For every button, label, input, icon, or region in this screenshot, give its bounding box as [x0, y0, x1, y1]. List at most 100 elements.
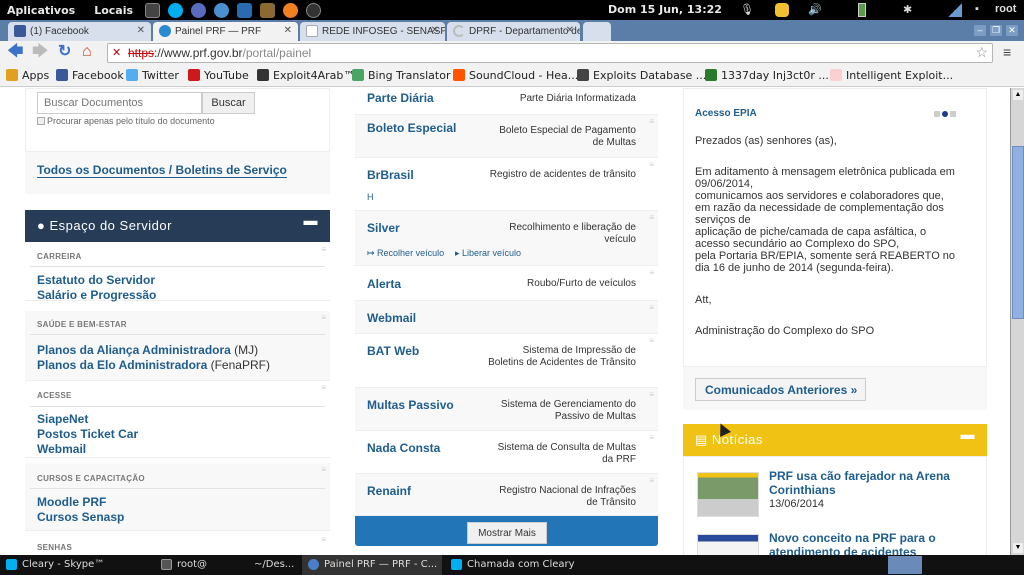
all-documents-link[interactable]: Todos os Documentos / Boletins de Serviç…: [37, 163, 287, 178]
close-tab-icon[interactable]: ✕: [137, 25, 145, 36]
workspace-switcher[interactable]: [888, 556, 922, 574]
system-name[interactable]: Renainf: [367, 484, 411, 498]
tab-dprf[interactable]: DPRF - Departamento de ✕: [447, 22, 580, 41]
task-chrome[interactable]: Painel PRF — PRF - C...: [302, 555, 442, 575]
carousel-dot[interactable]: [950, 111, 956, 117]
drag-handle-icon[interactable]: ≡: [321, 313, 326, 322]
task-files[interactable]: ~/Des...: [232, 555, 300, 575]
bookmark-star-icon[interactable]: ☆: [975, 44, 988, 61]
drag-handle-icon[interactable]: ≡: [649, 268, 654, 277]
drag-handle-icon[interactable]: ≡: [321, 383, 326, 392]
page-scrollbar[interactable]: ▲ ▼: [1010, 88, 1024, 555]
liberar-veiculo-link[interactable]: ▸ Liberar veículo: [455, 248, 521, 259]
system-row[interactable]: Nada Consta Sistema de Consulta de Multa…: [355, 431, 658, 474]
drag-handle-icon[interactable]: ≡: [321, 535, 326, 544]
collapse-panel-icon[interactable]: ▬: [304, 212, 319, 228]
pidgin-icon[interactable]: [775, 3, 789, 17]
volume-icon[interactable]: 🔊: [808, 3, 822, 17]
previous-notices-button[interactable]: Comunicados Anteriores »: [695, 378, 866, 401]
places-menu[interactable]: Locais: [94, 4, 133, 17]
bookmark-exploits-database[interactable]: Exploits Database ...: [577, 69, 706, 82]
scroll-down-arrow-icon[interactable]: ▼: [1013, 543, 1023, 553]
task-skype[interactable]: Cleary - Skype™: [0, 555, 150, 575]
tab-facebook[interactable]: (1) Facebook ✕: [8, 22, 151, 41]
drag-handle-icon[interactable]: ≡: [649, 213, 654, 222]
reload-button[interactable]: ↻: [58, 44, 71, 60]
scroll-up-arrow-icon[interactable]: ▲: [1013, 90, 1023, 100]
back-button[interactable]: 🡄: [7, 44, 24, 60]
system-row[interactable]: Alerta Roubo/Furto de veículos ≡: [355, 266, 658, 301]
network-signal-icon[interactable]: [948, 3, 962, 17]
system-name[interactable]: Nada Consta: [367, 441, 440, 455]
news-item-title[interactable]: Novo conceito na PRF para o atendimento …: [769, 531, 979, 555]
task-skype-call[interactable]: Chamada com Cleary: [445, 555, 595, 575]
system-name[interactable]: Alerta: [367, 277, 401, 291]
tab-painel-prf[interactable]: Painel PRF — PRF ✕: [153, 22, 298, 41]
system-name[interactable]: BAT Web: [367, 344, 419, 358]
link-cursos-senasp[interactable]: Cursos Senasp: [37, 510, 124, 524]
system-row[interactable]: BAT Web Sistema de Impressão de Boletins…: [355, 334, 658, 388]
terminal-launcher-icon[interactable]: [145, 2, 161, 18]
system-name[interactable]: BrBrasil: [367, 168, 414, 182]
title-only-checkbox[interactable]: Procurar apenas pelo título do documento: [37, 116, 215, 126]
search-documents-input[interactable]: [37, 92, 202, 114]
system-name[interactable]: Boleto Especial: [367, 121, 456, 135]
bookmark-intelligent-exploit[interactable]: Intelligent Exploit...: [830, 69, 953, 82]
notice-title[interactable]: Acesso EPIA: [695, 108, 757, 119]
address-bar[interactable]: ✕ https://www.prf.gov.br/portal/painel ☆: [107, 43, 993, 63]
close-window-button[interactable]: ✕: [1005, 24, 1019, 37]
bookmark-youtube[interactable]: YouTube: [188, 69, 249, 82]
carousel-dot-active[interactable]: [942, 111, 948, 117]
checkbox-icon[interactable]: [37, 117, 45, 125]
system-row[interactable]: Boleto Especial Boleto Especial de Pagam…: [355, 115, 658, 158]
close-tab-icon[interactable]: ✕: [284, 25, 292, 36]
close-tab-icon[interactable]: ✕: [431, 25, 439, 36]
drag-handle-icon[interactable]: ≡: [649, 336, 654, 345]
link-siapenet[interactable]: SiapeNet: [37, 412, 88, 426]
user-menu[interactable]: root: [995, 3, 1016, 17]
show-more-button[interactable]: Mostrar Mais: [467, 522, 547, 544]
wireshark-launcher-icon[interactable]: [237, 2, 253, 18]
news-thumbnail[interactable]: [697, 534, 759, 555]
link-salario-progressao[interactable]: Salário e Progressão: [37, 288, 156, 302]
restore-window-button[interactable]: ❐: [989, 24, 1003, 37]
applications-menu[interactable]: Aplicativos: [7, 4, 75, 17]
system-row[interactable]: Parte Diária Parte Diária Informatizada: [355, 88, 658, 115]
drag-handle-icon[interactable]: ≡: [649, 160, 654, 169]
bookmark-1337day[interactable]: 1337day Inj3ct0r ...: [705, 69, 829, 82]
chrome-menu-icon[interactable]: ≡: [1003, 44, 1011, 60]
bookmark-exploit4arab[interactable]: Exploit4Arab™: [257, 69, 354, 82]
link-postos-ticket-car[interactable]: Postos Ticket Car: [37, 427, 138, 441]
drag-handle-icon[interactable]: ≡: [649, 476, 654, 485]
system-name[interactable]: Parte Diária: [367, 91, 434, 105]
tab-rede-infoseg[interactable]: REDE INFOSEG - SENASP ✕: [300, 22, 445, 41]
ettercap-launcher-icon[interactable]: [191, 2, 207, 18]
chromium-launcher-icon[interactable]: [214, 2, 230, 18]
minimize-window-button[interactable]: –: [973, 24, 987, 37]
news-item-title[interactable]: PRF usa cão farejador na Arena Corinthia…: [769, 469, 979, 497]
clock[interactable]: Dom 15 Jun, 13:22: [608, 3, 722, 16]
link-planos-elo[interactable]: Planos da Elo Administradora (FenaPRF): [37, 358, 270, 372]
steam-launcher-icon[interactable]: [306, 2, 322, 18]
bookmark-apps[interactable]: Apps: [6, 69, 49, 82]
news-thumbnail[interactable]: [697, 472, 759, 517]
link-estatuto-servidor[interactable]: Estatuto do Servidor: [37, 273, 155, 287]
system-row[interactable]: Multas Passivo Sistema de Gerenciamento …: [355, 388, 658, 431]
drag-handle-icon[interactable]: ≡: [321, 245, 326, 254]
battery-icon[interactable]: [858, 3, 866, 17]
system-row[interactable]: BrBrasil Registro de acidentes de trânsi…: [355, 158, 658, 211]
carousel-dot[interactable]: [934, 111, 940, 117]
drag-handle-icon[interactable]: ≡: [649, 433, 654, 442]
link-webmail[interactable]: Webmail: [37, 442, 86, 456]
system-row[interactable]: Silver Recolhimento e liberação de veícu…: [355, 211, 658, 266]
system-name[interactable]: Webmail: [367, 311, 416, 325]
microphone-muted-icon[interactable]: 🎙: [740, 3, 754, 17]
link-moodle-prf[interactable]: Moodle PRF: [37, 495, 106, 509]
bookmark-twitter[interactable]: Twitter: [126, 69, 179, 82]
bluetooth-icon[interactable]: ✱: [903, 3, 912, 17]
drag-handle-icon[interactable]: ≡: [649, 390, 654, 399]
scrollbar-thumb[interactable]: [1012, 146, 1024, 319]
recolher-veiculo-link[interactable]: ↦ Recolher veículo: [367, 248, 444, 259]
blender-launcher-icon[interactable]: [283, 2, 299, 18]
insecure-lock-icon[interactable]: ✕: [112, 46, 121, 59]
